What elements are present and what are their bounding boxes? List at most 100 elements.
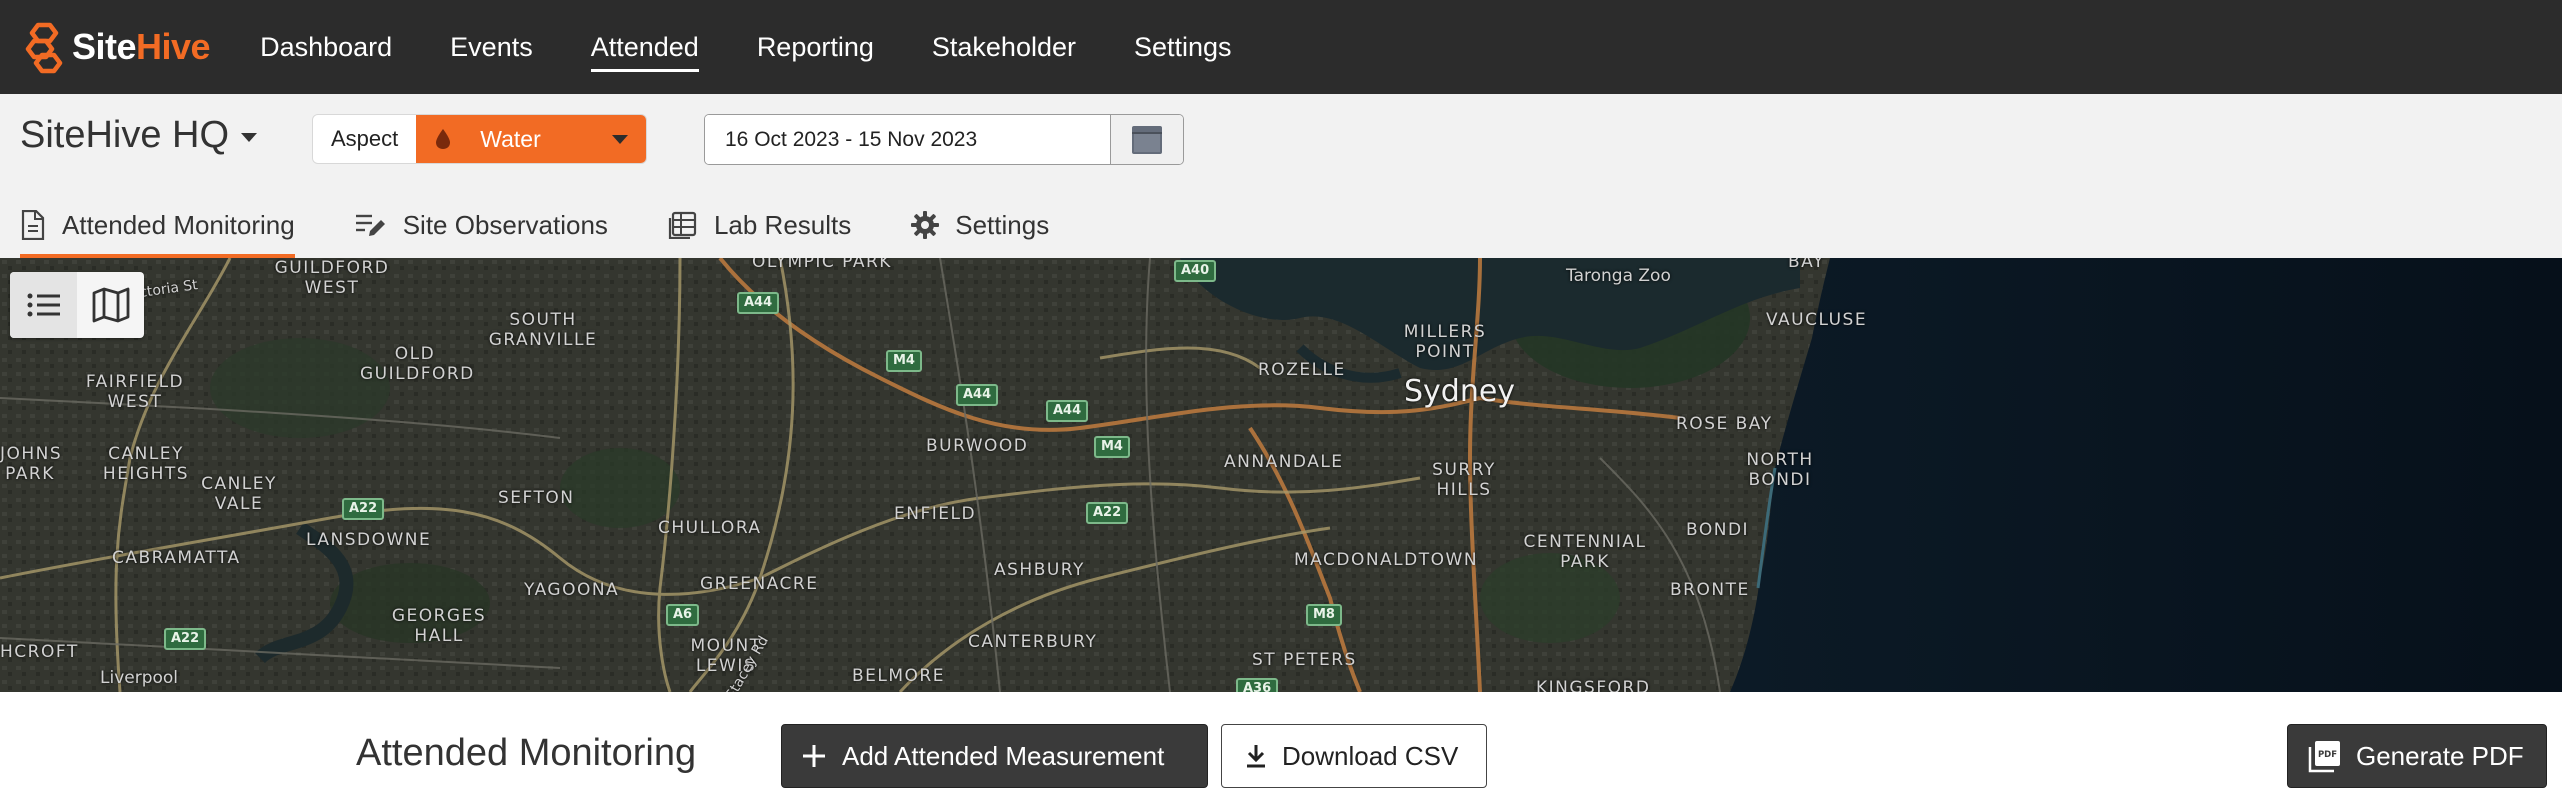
aspect-selector: Aspect Water bbox=[312, 114, 648, 164]
map-label-suburb: ANNANDALE bbox=[1224, 452, 1344, 472]
map-label-suburb: JOHNS PARK bbox=[0, 444, 63, 484]
download-csv-button[interactable]: Download CSV bbox=[1221, 724, 1487, 788]
calendar-icon bbox=[1132, 125, 1162, 154]
list-icon bbox=[27, 293, 60, 317]
map-label-suburb: OLYMPIC PARK bbox=[752, 258, 892, 272]
download-button-label: Download CSV bbox=[1282, 740, 1459, 771]
map-label-suburb: GUILDFORD WEST bbox=[274, 258, 390, 298]
map-label-suburb: BURWOOD bbox=[926, 436, 1029, 456]
date-range-picker: 16 Oct 2023 - 15 Nov 2023 bbox=[704, 114, 1184, 165]
aspect-value: Water bbox=[480, 125, 541, 152]
view-toggle bbox=[10, 272, 144, 338]
nav-events[interactable]: Events bbox=[450, 32, 533, 63]
map-label-suburb: ASHBURY bbox=[994, 560, 1085, 580]
list-view-button[interactable] bbox=[10, 272, 77, 338]
map-label-suburb: SURRY HILLS bbox=[1432, 460, 1496, 500]
map-label-suburb: GREENACRE bbox=[700, 574, 819, 594]
logo[interactable]: SiteHive bbox=[20, 0, 211, 94]
map-label-suburb: CANTERBURY bbox=[968, 632, 1098, 652]
page-title: Attended Monitoring bbox=[356, 732, 697, 774]
date-range-input[interactable]: 16 Oct 2023 - 15 Nov 2023 bbox=[705, 115, 1110, 164]
nav-dashboard[interactable]: Dashboard bbox=[260, 32, 392, 63]
generate-pdf-button[interactable]: PDF Generate PDF bbox=[2287, 724, 2547, 788]
map-label-suburb: SOUTH GRANVILLE bbox=[488, 310, 598, 350]
map-label-suburb: KINGSFORD bbox=[1536, 678, 1651, 692]
map-label-suburb: BELMORE bbox=[852, 666, 945, 686]
download-icon bbox=[1247, 745, 1265, 768]
map-label-zoo: Taronga Zoo bbox=[1566, 266, 1671, 286]
gear-icon bbox=[911, 211, 940, 239]
add-button-label: Add Attended Measurement bbox=[842, 740, 1165, 771]
map-label-suburb: BAY bbox=[1788, 258, 1825, 272]
road-shield: A22 bbox=[342, 498, 385, 520]
road-shield: A44 bbox=[737, 292, 780, 314]
calendar-button[interactable] bbox=[1110, 115, 1183, 164]
map-label-suburb: BRONTE bbox=[1670, 580, 1750, 600]
map-label-suburb: OLD GUILDFORD bbox=[360, 344, 475, 384]
logo-text: SiteHive bbox=[72, 26, 211, 67]
map-label-suburb: CANLEY HEIGHTS bbox=[102, 444, 190, 484]
map-label-suburb: VAUCLUSE bbox=[1766, 310, 1868, 330]
map-label-city: Sydney bbox=[1404, 374, 1516, 409]
tab-site-observations[interactable]: Site Observations bbox=[355, 196, 608, 254]
map-label-suburb: HCROFT bbox=[0, 642, 79, 662]
sitehive-logo-icon bbox=[25, 22, 63, 74]
road-shield: A6 bbox=[666, 604, 700, 626]
road-shield: A22 bbox=[164, 628, 207, 650]
tab-label: Lab Results bbox=[713, 209, 852, 240]
road-shield: A40 bbox=[1174, 260, 1217, 282]
aspect-dropdown[interactable]: Water bbox=[416, 115, 647, 163]
top-nav: SiteHive Dashboard Events Attended Repor… bbox=[0, 0, 2562, 94]
tab-label: Attended Monitoring bbox=[62, 209, 295, 240]
road-shield: M4 bbox=[1094, 436, 1130, 458]
nav-settings[interactable]: Settings bbox=[1134, 32, 1232, 63]
tab-attended-monitoring[interactable]: Attended Monitoring bbox=[20, 196, 295, 260]
plus-icon bbox=[803, 745, 825, 767]
map-label-suburb: MACDONALDTOWN bbox=[1294, 550, 1479, 570]
map-label-suburb: ENFIELD bbox=[894, 504, 977, 524]
map-label-suburb: Liverpool bbox=[100, 668, 179, 688]
road-shield: A44 bbox=[956, 384, 999, 406]
water-drop-icon bbox=[436, 129, 451, 149]
nav-stakeholder[interactable]: Stakeholder bbox=[932, 32, 1076, 63]
pdf-button-label: Generate PDF bbox=[2356, 740, 2524, 771]
action-bar: Attended Monitoring Add Attended Measure… bbox=[0, 692, 2562, 798]
table-icon bbox=[668, 211, 697, 239]
chevron-down-icon bbox=[612, 134, 629, 144]
add-attended-measurement-button[interactable]: Add Attended Measurement bbox=[781, 724, 1208, 788]
svg-text:PDF: PDF bbox=[2318, 750, 2337, 760]
nav-attended[interactable]: Attended bbox=[590, 32, 699, 72]
nav-reporting[interactable]: Reporting bbox=[757, 32, 874, 63]
map-label-suburb: CENTENNIAL PARK bbox=[1523, 532, 1647, 572]
map-label-suburb: YAGOONA bbox=[524, 580, 620, 600]
tab-settings[interactable]: Settings bbox=[911, 196, 1049, 254]
pdf-icon: PDF bbox=[2308, 741, 2340, 773]
map-label-suburb: GEORGES HALL bbox=[391, 606, 487, 646]
map-label-suburb: BONDI bbox=[1686, 520, 1750, 540]
edit-list-icon bbox=[355, 214, 385, 236]
map-label-suburb: ST PETERS bbox=[1252, 650, 1357, 670]
map-label-suburb: ROZELLE bbox=[1258, 360, 1346, 380]
map-label-suburb: LANSDOWNE bbox=[306, 530, 432, 550]
section-tabs: Attended Monitoring Site Observations La… bbox=[0, 196, 1089, 260]
aspect-label: Aspect bbox=[313, 115, 417, 163]
road-shield: M4 bbox=[886, 350, 922, 372]
road-shield: A44 bbox=[1046, 400, 1089, 422]
caret-down-icon bbox=[241, 133, 258, 142]
map-view-button[interactable] bbox=[77, 272, 144, 338]
map-label-suburb: NORTH BONDI bbox=[1746, 450, 1814, 490]
tab-lab-results[interactable]: Lab Results bbox=[668, 196, 851, 254]
map-label-suburb: CABRAMATTA bbox=[112, 548, 241, 568]
road-shield: A22 bbox=[1086, 502, 1129, 524]
map-label-suburb: ROSE BAY bbox=[1676, 414, 1773, 434]
main-nav: Dashboard Events Attended Reporting Stak… bbox=[260, 0, 1289, 94]
map-label-suburb: MILLERS POINT bbox=[1403, 322, 1487, 362]
map-label-suburb: FAIRFIELD WEST bbox=[85, 372, 185, 412]
map-icon bbox=[92, 287, 129, 323]
map-view[interactable]: GUILDFORD WEST OLYMPIC PARK SOUTH GRANVI… bbox=[0, 258, 2562, 692]
tab-label: Site Observations bbox=[402, 209, 608, 240]
document-icon bbox=[21, 210, 45, 240]
site-title: SiteHive HQ bbox=[20, 114, 230, 156]
road-shield: A36 bbox=[1236, 678, 1279, 692]
site-selector[interactable]: SiteHive HQ bbox=[20, 114, 258, 157]
